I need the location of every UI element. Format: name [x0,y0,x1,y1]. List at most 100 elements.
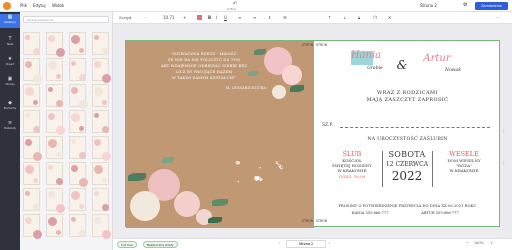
scroll-right-icon[interactable]: › [503,128,505,133]
template-thumbnail[interactable] [92,214,111,239]
template-thumbnail[interactable] [23,84,40,107]
italic-button[interactable]: I [216,15,217,20]
sidebar-item-images[interactable]: ▣ Obrazy [0,76,20,90]
reception-place[interactable]: W KRAKOWIE [436,168,492,173]
zoom-in-icon[interactable]: + [490,241,493,245]
menu-edit[interactable]: Edytuj [33,3,46,8]
date-label[interactable]: 12 CZERWCA [382,161,432,168]
contact-bride[interactable]: HANIA 555-666-777 [340,211,400,215]
template-thumbnail[interactable] [23,136,42,161]
template-thumbnail[interactable] [46,32,65,57]
ceremony-place[interactable]: W KRAKOWIE [326,168,378,173]
template-thumbnail[interactable] [92,162,109,185]
invite-line-1[interactable]: WRAZ Z RODZICAMI [334,90,481,96]
contact-groom[interactable]: ARTUR 555-666-777 [410,211,470,215]
lock-icon[interactable]: 🔒︎ [358,15,360,20]
template-thumbnail[interactable] [92,84,109,107]
page-selector[interactable]: Strona 2 [286,240,326,248]
sidebar-item-templates[interactable]: ▦ Szablony [0,14,20,28]
template-thumbnail[interactable] [46,58,63,81]
template-thumbnail[interactable] [69,58,86,81]
search-input[interactable]: Szukaj szablonów [23,16,109,23]
quote-line[interactable]: ZE NIE DA SIĘ POLICZYĆ NA TYM [144,58,264,63]
spacing-icon[interactable]: ↕ [268,15,271,20]
groom-name[interactable]: Artur [412,53,462,64]
template-thumbnail[interactable] [46,214,63,237]
align-center-icon[interactable]: ≡ [253,15,256,20]
zoom-value[interactable]: 100% [474,241,484,245]
template-thumbnail[interactable] [23,58,42,83]
sidebar-item-materials[interactable]: ≡ Materiały [0,120,20,134]
prev-page-icon[interactable]: ‹ [279,241,280,245]
zoom-out-icon[interactable]: − [466,241,469,245]
invite-line-2[interactable]: MAJĄ ZASZCZYT ZAPROSIĆ [334,97,481,103]
template-thumbnail[interactable] [46,136,63,159]
template-thumbnail[interactable] [46,188,65,213]
font-size-decrease-icon[interactable]: - [145,15,146,20]
template-thumbnail[interactable] [92,136,111,161]
template-thumbnail[interactable] [69,84,88,109]
day-label[interactable]: SOBOTA [382,150,432,159]
safe-zone-toggle[interactable]: Bezpieczne strefy [143,241,178,248]
quote-line[interactable]: "DZIWACZNA RZECZ - MIŁOŚĆ [144,52,264,57]
delete-icon[interactable]: ✕ [388,15,391,20]
template-thumbnail[interactable] [69,162,88,187]
template-thumbnail[interactable] [92,32,109,55]
next-page-icon[interactable]: › [329,241,330,245]
template-thumbnail[interactable] [46,162,63,185]
menu-view[interactable]: Widok [52,3,64,8]
year-label[interactable]: 2022 [382,169,432,183]
template-thumbnail[interactable] [69,136,86,159]
quote-line[interactable]: W TAKIM SAMYM KSZTAŁCIE" [144,76,264,81]
more-icon[interactable]: ⋯ [496,15,500,20]
bride-surname[interactable]: Grabie [360,66,390,71]
card-left-panel[interactable]: "DZIWACZNA RZECZ - MIŁOŚĆ ZE NIE DA SIĘ … [126,41,313,228]
list-icon[interactable]: ☰ [283,15,287,20]
template-thumbnail[interactable] [23,214,42,239]
sidebar-item-text[interactable]: T Tekst [0,36,20,50]
duplicate-icon[interactable]: ❐ [373,15,377,20]
reception-title[interactable]: WESELE [436,150,492,158]
ampersand[interactable]: & [392,58,412,72]
rsvp-text[interactable]: PROSIMY O POTWIERDZENIE PRZYBYCIA DO DNI… [318,204,497,208]
template-thumbnail[interactable] [69,32,86,55]
quote-line[interactable]: ABY WZAJEMNIE ODBIERAĆ SIEBIE BEZ [144,64,264,69]
guest-label[interactable]: SZ.P. [322,123,342,128]
sidebar-item-elements[interactable]: ◆ Elementy [0,100,20,114]
template-thumbnail[interactable] [23,32,40,55]
underline-button[interactable]: U [224,15,227,20]
font-family-select[interactable]: Script [119,15,131,20]
template-thumbnail[interactable] [69,110,86,133]
template-thumbnail[interactable] [69,214,86,237]
template-thumbnail[interactable] [92,110,109,133]
align-left-icon[interactable]: ≡ [238,15,241,20]
settings-icon[interactable]: ⚙ [463,2,467,8]
layer-down-icon[interactable]: ⇣ [343,15,346,20]
template-thumbnail[interactable] [23,188,40,211]
quote-line[interactable]: LICZ RY PASUJĄCE RAZEM [144,70,264,75]
template-thumbnail[interactable] [92,58,111,83]
ceremony-time[interactable]: GODZ. 16:00 [326,174,378,179]
template-thumbnail[interactable] [23,162,40,185]
font-size-input[interactable]: 10.71 [163,15,174,20]
groom-surname[interactable]: Nowak [438,68,468,73]
bold-button[interactable]: B [208,15,211,20]
document-title[interactable]: Strona 2 [420,3,437,8]
font-size-increase-icon[interactable]: + [183,15,186,20]
template-thumbnail[interactable] [23,110,40,133]
card-right-panel[interactable]: STRON STRON Hania Grabie & Artur Nowak W… [314,41,501,228]
menu-file[interactable]: Plik [20,3,27,8]
template-thumbnail[interactable] [46,84,63,107]
bride-name[interactable]: Hania [344,50,388,61]
text-color-swatch[interactable] [197,15,202,20]
scroll-right-icon[interactable]: › [503,160,505,165]
template-thumbnail[interactable] [69,188,86,211]
cut-line-toggle[interactable]: Cut line [117,241,137,248]
layer-up-icon[interactable]: ⇡ [328,15,331,20]
order-button[interactable]: Zamówienie [475,2,508,10]
sidebar-item-clipart[interactable]: ★ Clipart [0,56,20,70]
party-label[interactable]: NA UROCZYSTOŚĆ ZAŚLUBIN [334,137,481,142]
quote-author[interactable]: M. LEONARD DZIUBA [186,86,266,91]
template-thumbnail[interactable] [46,110,65,135]
ceremony-title[interactable]: ŚLUB [326,150,378,158]
